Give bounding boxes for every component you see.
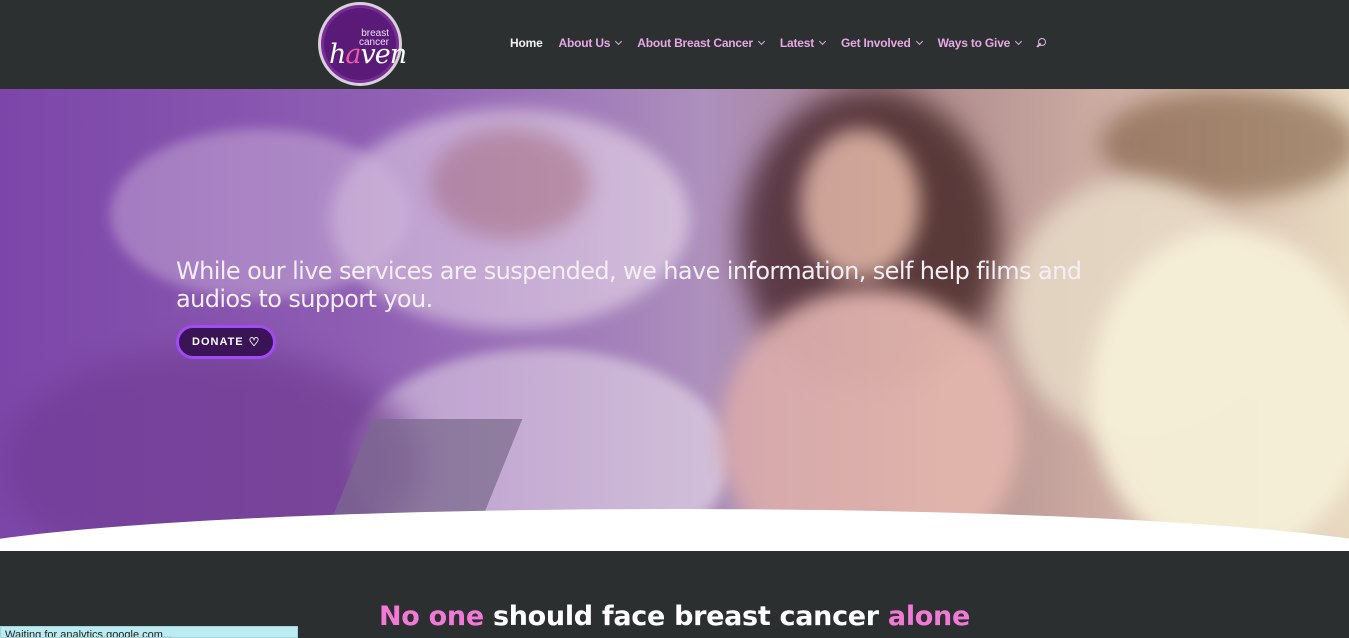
nav-item-about-breast-cancer[interactable]: About Breast Cancer xyxy=(637,36,765,50)
chevron-down-icon xyxy=(757,37,765,46)
hero-banner: While our live services are suspended, w… xyxy=(0,89,1349,551)
site-header: breast cancer haven Home About Us About … xyxy=(0,0,1349,89)
logo-text-haven: haven xyxy=(329,39,407,70)
donate-button[interactable]: DONATE ♡ xyxy=(176,325,277,359)
search-icon[interactable] xyxy=(1035,36,1047,50)
chevron-down-icon xyxy=(915,37,923,46)
browser-status-bar: Waiting for analytics.google.com... xyxy=(0,626,298,638)
chevron-down-icon xyxy=(615,37,623,46)
donate-label: DONATE xyxy=(192,336,244,348)
chevron-down-icon xyxy=(1015,37,1023,46)
nav-item-about-us[interactable]: About Us xyxy=(559,36,623,50)
nav-item-ways-to-give[interactable]: Ways to Give xyxy=(938,36,1023,50)
chevron-down-icon xyxy=(818,37,827,46)
main-navigation: Home About Us About Breast Cancer Latest… xyxy=(510,35,1047,51)
nav-item-get-involved[interactable]: Get Involved xyxy=(841,36,923,50)
hero-purple-overlay xyxy=(0,89,1349,551)
heart-icon: ♡ xyxy=(248,335,261,349)
nav-item-home[interactable]: Home xyxy=(510,36,543,50)
breast-cancer-haven-logo[interactable]: breast cancer haven xyxy=(318,2,407,86)
nav-item-latest[interactable]: Latest xyxy=(780,36,827,50)
intro-section: No one should face breast cancer alone xyxy=(0,551,1349,638)
hero-headline: While our live services are suspended, w… xyxy=(176,257,1082,313)
